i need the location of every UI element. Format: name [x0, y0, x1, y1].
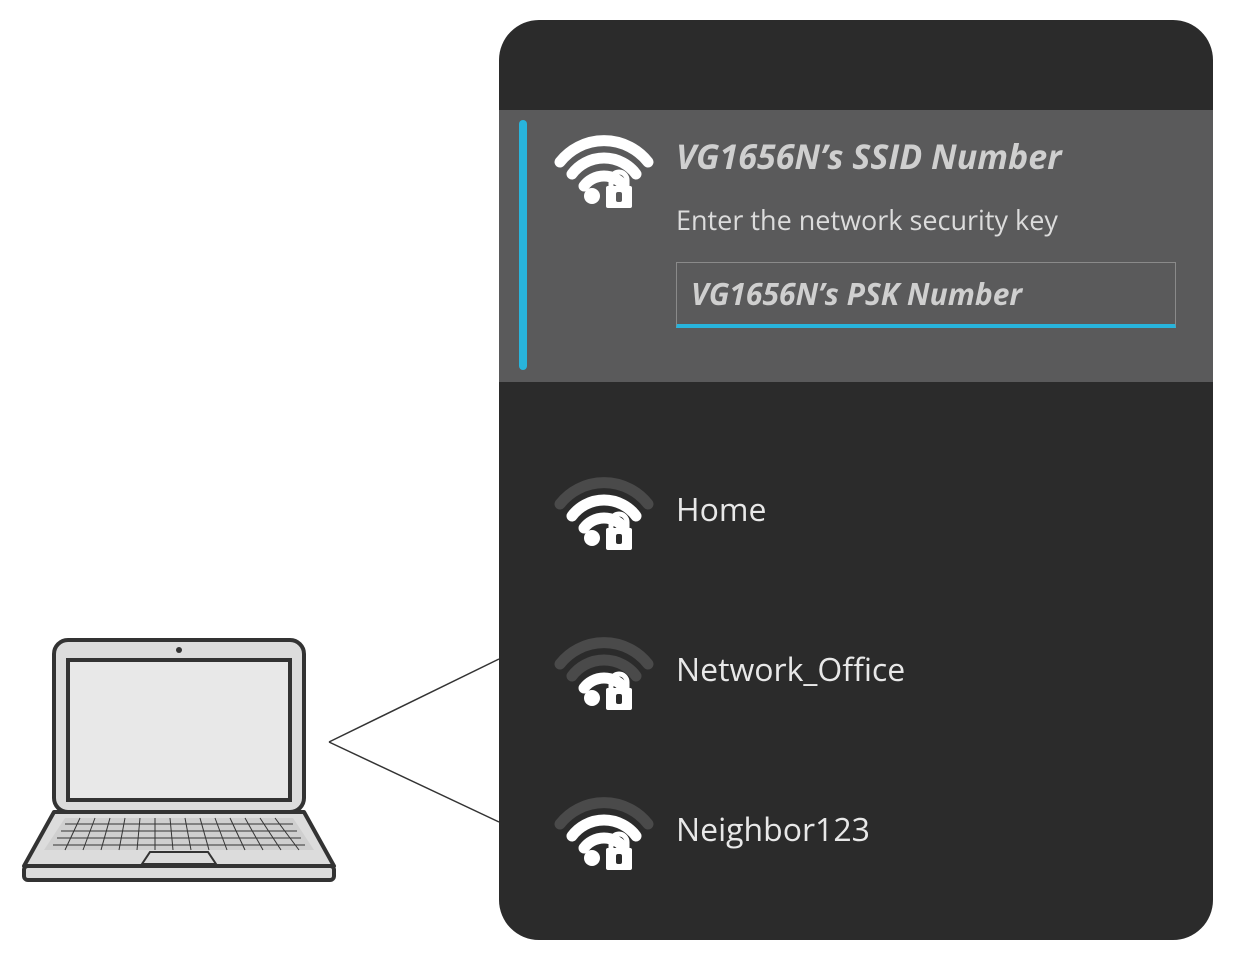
- network-item[interactable]: Network_Office: [499, 630, 1213, 710]
- wifi-secured-icon: [554, 630, 654, 710]
- network-name: Neighbor123: [676, 798, 1213, 862]
- wifi-secured-icon: [554, 128, 654, 208]
- network-name: Network_Office: [676, 638, 1213, 702]
- security-key-input[interactable]: VG1656N’s PSK Number: [676, 262, 1176, 328]
- network-item-selected[interactable]: VG1656N’s SSID Number Enter the network …: [499, 128, 1213, 328]
- laptop-icon: [10, 636, 348, 886]
- wifi-secured-icon: [554, 790, 654, 870]
- selected-network-ssid: VG1656N’s SSID Number: [676, 136, 1213, 177]
- network-item[interactable]: Neighbor123: [499, 790, 1213, 870]
- wifi-secured-icon: [554, 470, 654, 550]
- network-item[interactable]: Home: [499, 470, 1213, 550]
- security-key-prompt: Enter the network security key: [676, 201, 1213, 238]
- network-name: Home: [676, 478, 1213, 542]
- wifi-networks-panel: VG1656N’s SSID Number Enter the network …: [499, 20, 1213, 940]
